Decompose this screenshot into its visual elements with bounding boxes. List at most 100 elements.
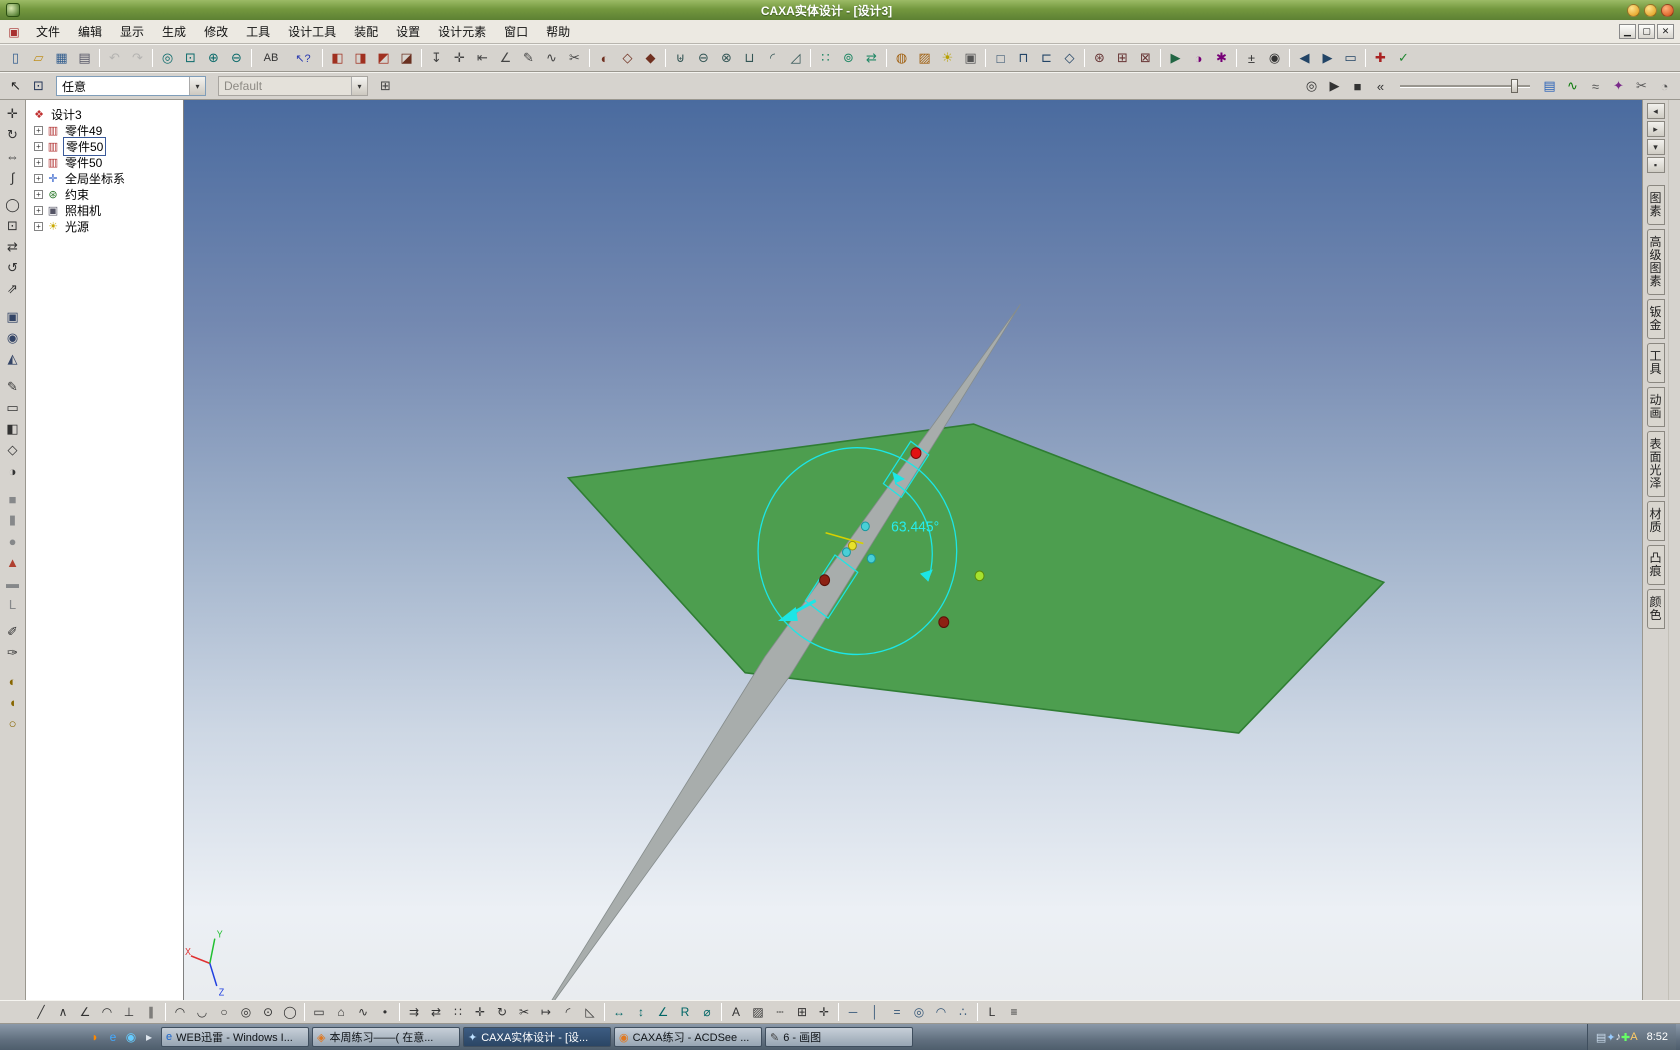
view-top-icon[interactable]: ⊓	[1013, 48, 1034, 69]
menu-item-4[interactable]: 生成	[153, 22, 195, 42]
menu-item-8[interactable]: 装配	[345, 22, 387, 42]
taskbar-task[interactable]: e WEB迅雷 - Windows I...	[161, 1027, 309, 1047]
revolve-feature-icon[interactable]: ◨	[350, 48, 371, 69]
menu-item-11[interactable]: 窗口	[495, 22, 537, 42]
tree-expander-icon[interactable]: +	[34, 158, 43, 167]
tree-item-label[interactable]: 照相机	[63, 202, 103, 219]
l-profile-icon[interactable]: L	[3, 594, 23, 614]
combo-arrow-icon[interactable]	[189, 77, 205, 95]
mdi-restore-icon[interactable]: ▢	[1638, 24, 1655, 39]
constraint-concentric-icon[interactable]: ◎	[909, 1003, 929, 1022]
tree-item[interactable]: + ▣ 照相机	[28, 203, 181, 218]
play-icon[interactable]: ▶	[1324, 76, 1345, 97]
internet-explorer-icon[interactable]: e	[104, 1028, 122, 1046]
menu-item-6[interactable]: 工具	[237, 22, 279, 42]
zoom-in-icon[interactable]: ⊕	[203, 48, 224, 69]
open-file-icon[interactable]: ▱	[28, 48, 49, 69]
side-tab-3[interactable]: 钣金	[1646, 299, 1665, 339]
redo-icon[interactable]: ↷	[127, 48, 148, 69]
dim-vertical-icon[interactable]: ↕	[631, 1003, 651, 1022]
material-tool-icon[interactable]: ◍	[891, 48, 912, 69]
viewport-3d[interactable]: 63.445° X Y Z	[184, 100, 1642, 1000]
handle-point-cyan-left[interactable]	[841, 547, 851, 557]
tree-item-label[interactable]: 设计3	[49, 106, 84, 123]
boolean-intersect-icon[interactable]: ⊗	[716, 48, 737, 69]
cylinder-primitive-icon[interactable]: ▮	[3, 510, 23, 530]
wireframe-mode-icon[interactable]: ◇	[617, 48, 638, 69]
sweep-feature-icon[interactable]: ◩	[373, 48, 394, 69]
media-player-icon[interactable]: ◉	[122, 1028, 140, 1046]
side-tab-8[interactable]: 凸痕	[1646, 545, 1665, 585]
hidden-line-mode-icon[interactable]: ◆	[640, 48, 661, 69]
new-file-icon[interactable]: ▯	[5, 48, 26, 69]
tray-scanner-icon[interactable]: ▤	[1596, 1031, 1606, 1044]
dim-linear-icon[interactable]: ↔	[609, 1003, 629, 1022]
view-front-icon[interactable]: □	[990, 48, 1011, 69]
minimize-button[interactable]	[1627, 3, 1640, 17]
arc-three-point-icon[interactable]: ◠	[170, 1003, 190, 1022]
snap-toggle-icon[interactable]: ✛	[814, 1003, 834, 1022]
tree-item-label[interactable]: 约束	[63, 186, 91, 203]
menu-item-12[interactable]: 帮助	[537, 22, 579, 42]
slab-primitive-icon[interactable]: ▬	[3, 573, 23, 593]
update-view-icon[interactable]: ◉	[1264, 48, 1285, 69]
print-icon[interactable]: ▤	[74, 48, 95, 69]
slider-handle[interactable]	[1510, 79, 1518, 93]
tree-item[interactable]: + ▥ 零件50	[28, 137, 181, 156]
smart-snap-icon[interactable]: ✛	[449, 48, 470, 69]
scroll-right-icon[interactable]: ▸	[1646, 121, 1665, 137]
mdi-close-icon[interactable]: ✕	[1657, 24, 1674, 39]
camera-tool-icon[interactable]: ▣	[960, 48, 981, 69]
rewind-icon[interactable]: «	[1370, 76, 1391, 97]
grid-toggle-icon[interactable]: ⊞	[792, 1003, 812, 1022]
maximize-button[interactable]	[1644, 3, 1657, 17]
orbit-tool-icon[interactable]: ↺	[3, 258, 23, 278]
menu-item-1[interactable]: 文件	[27, 22, 69, 42]
menu-item-5[interactable]: 修改	[195, 22, 237, 42]
perspective-toggle-icon[interactable]: ◭	[3, 349, 23, 369]
pick-filter-icon[interactable]: ⊡	[28, 76, 49, 97]
zoom-window-icon[interactable]: ⊡	[180, 48, 201, 69]
tree-root[interactable]: ❖ 设计3	[32, 107, 181, 122]
trim-2d-icon[interactable]: ✂	[514, 1003, 534, 1022]
zoom-region-icon[interactable]: ⊡	[3, 216, 23, 236]
cone-primitive-icon[interactable]: ▲	[3, 552, 23, 572]
sketch-2d-icon[interactable]: ✎	[518, 48, 539, 69]
page-setup-icon[interactable]: ▭	[1340, 48, 1361, 69]
side-tab-6[interactable]: 表面光泽	[1646, 431, 1665, 497]
boolean-subtract-icon[interactable]: ⊖	[693, 48, 714, 69]
scroll-left-icon[interactable]: ◂	[1646, 103, 1665, 119]
constraint-symmetric-icon[interactable]: ∴	[953, 1003, 973, 1022]
tree-expander-icon[interactable]: +	[34, 190, 43, 199]
anchor-point-dark-right[interactable]	[938, 616, 950, 629]
render-tool-icon[interactable]: ◑	[1188, 48, 1209, 69]
dimension-tool-icon[interactable]: ⇤	[472, 48, 493, 69]
pattern-linear-icon[interactable]: ∷	[815, 48, 836, 69]
light-tool-icon[interactable]: ☀	[937, 48, 958, 69]
constraint-equal-icon[interactable]: =	[887, 1003, 907, 1022]
snap-point-green[interactable]	[974, 570, 985, 582]
line-perpendicular-icon[interactable]: ⊥	[119, 1003, 139, 1022]
line-tangent-icon[interactable]: ◠	[97, 1003, 117, 1022]
chamfer-feature-icon[interactable]: ◿	[785, 48, 806, 69]
text-2d-icon[interactable]: A	[726, 1003, 746, 1022]
side-tab-2[interactable]: 高级图素	[1646, 229, 1665, 295]
display-settings-icon[interactable]: ◔	[1654, 76, 1675, 97]
assembly-tool-icon[interactable]: ⊞	[1112, 48, 1133, 69]
look-at-icon[interactable]: ◉	[3, 328, 23, 348]
array-2d-icon[interactable]: ∷	[448, 1003, 468, 1022]
zoom-tool-icon[interactable]: ◯	[3, 195, 23, 215]
delete-tool-icon[interactable]: ✂	[564, 48, 585, 69]
taskbar-task[interactable]: ✎ 6 - 画图	[765, 1027, 913, 1047]
tree-expander-icon[interactable]: +	[34, 222, 43, 231]
shade-mode-icon[interactable]: ◐	[594, 48, 615, 69]
quick-launch-chevron-icon[interactable]: ▸	[140, 1028, 158, 1046]
measure-angle-icon[interactable]: ∠	[495, 48, 516, 69]
select-cursor-icon[interactable]: ↖	[5, 76, 26, 97]
scissors-icon[interactable]: ✂	[1631, 76, 1652, 97]
line-parallel-icon[interactable]: ∥	[141, 1003, 161, 1022]
polygon-tool-icon[interactable]: ⌂	[331, 1003, 351, 1022]
stop-icon[interactable]: ■	[1347, 76, 1368, 97]
edit-cross-section-icon[interactable]: ▭	[3, 398, 23, 418]
offset-2d-icon[interactable]: ⇉	[404, 1003, 424, 1022]
